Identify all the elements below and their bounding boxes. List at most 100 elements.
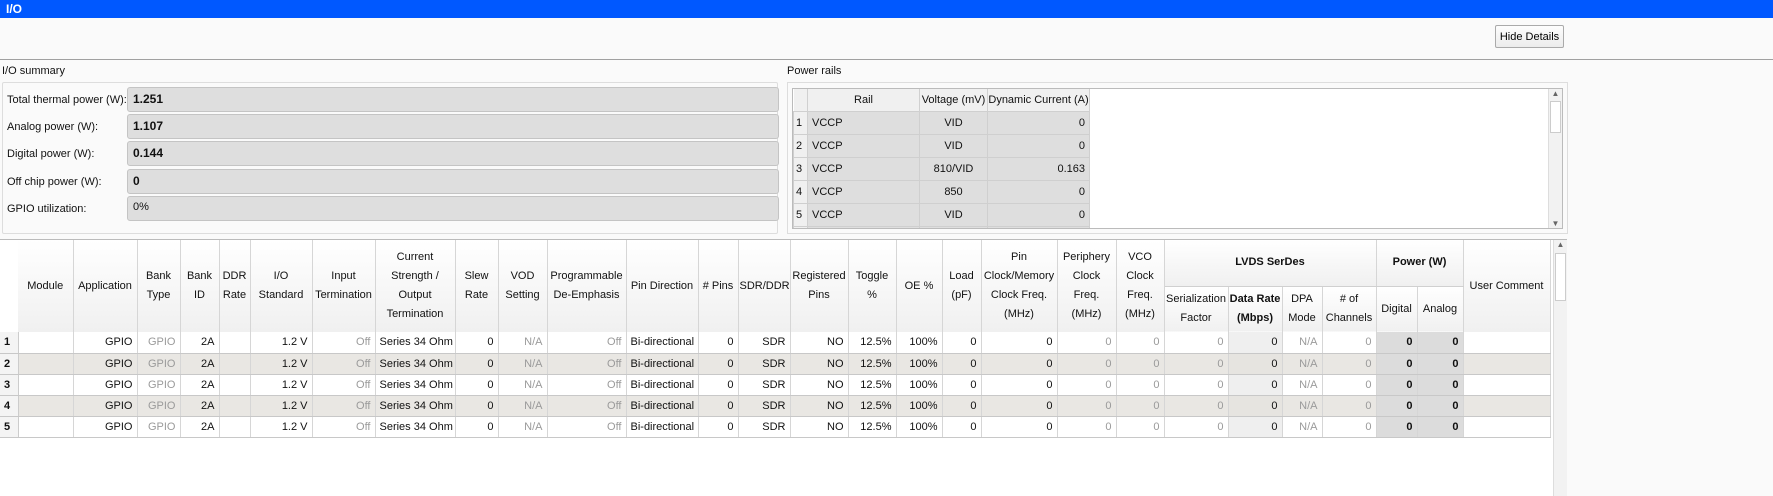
dpa-mode-cell[interactable]: N/A xyxy=(1282,353,1323,375)
dpa-mode-cell[interactable]: N/A xyxy=(1282,374,1323,396)
de-emphasis-cell[interactable]: Off xyxy=(547,395,627,417)
channels-cell[interactable]: 0 xyxy=(1322,395,1377,417)
rail-voltage[interactable]: VID xyxy=(919,110,988,135)
row-number-cell[interactable]: 3 xyxy=(0,374,19,396)
input-termination-cell[interactable]: Off xyxy=(312,374,376,396)
load-cell[interactable]: 0 xyxy=(942,395,982,417)
de-emphasis-cell[interactable]: Off xyxy=(547,374,627,396)
application-cell[interactable]: GPIO xyxy=(73,353,138,375)
table-row[interactable]: 3 GPIO GPIO 2A 1.2 V Off Series 34 Ohm 0 N/A Off B… xyxy=(0,374,1551,396)
pin-direction-cell[interactable]: Bi-directional xyxy=(626,374,699,396)
dpa-mode-cell[interactable]: N/A xyxy=(1282,395,1323,417)
bank-id-cell[interactable]: 2A xyxy=(180,332,220,354)
periphery-clock-freq-cell[interactable]: 0 xyxy=(1057,353,1117,375)
rail-name[interactable]: VCCP xyxy=(807,179,920,204)
pin-direction-cell[interactable]: Bi-directional xyxy=(626,332,699,354)
output-termination-cell[interactable]: Series 34 Ohm xyxy=(375,416,456,438)
vco-clock-freq-cell[interactable]: 0 xyxy=(1116,416,1165,438)
serialization-factor-cell[interactable]: 0 xyxy=(1164,332,1229,354)
output-termination-cell[interactable]: Series 34 Ohm xyxy=(375,374,456,396)
slew-rate-cell[interactable]: 0 xyxy=(455,416,499,438)
rail-voltage[interactable]: 850 xyxy=(919,179,988,204)
de-emphasis-cell[interactable]: Off xyxy=(547,353,627,375)
user-comment-cell[interactable] xyxy=(1463,353,1551,375)
io-standard-cell[interactable]: 1.2 V xyxy=(250,374,313,396)
periphery-clock-freq-cell[interactable]: 0 xyxy=(1057,374,1117,396)
io-standard-cell[interactable]: 1.2 V xyxy=(250,332,313,354)
scroll-thumb[interactable] xyxy=(1550,101,1561,133)
col-header[interactable]: Registered Pins xyxy=(790,240,849,332)
col-header[interactable]: Periphery Clock Freq. (MHz) xyxy=(1057,240,1117,332)
rail-row[interactable]: 1 VCCP VID 0 xyxy=(793,110,1090,135)
col-header[interactable]: OE % xyxy=(896,240,943,332)
col-header[interactable]: Input Termination xyxy=(312,240,376,332)
row-number-cell[interactable]: 2 xyxy=(0,353,19,375)
registered-pins-cell[interactable]: NO xyxy=(790,353,849,375)
oe-cell[interactable]: 100% xyxy=(896,353,943,375)
sdr-ddr-cell[interactable]: SDR xyxy=(738,332,791,354)
load-cell[interactable]: 0 xyxy=(942,374,982,396)
col-header[interactable]: Pin Direction xyxy=(626,240,699,332)
gpio-utilization-field[interactable]: 0% xyxy=(127,196,779,221)
vod-setting-cell[interactable]: N/A xyxy=(498,374,548,396)
row-number[interactable]: 4 xyxy=(793,179,808,204)
pin-clock-freq-cell[interactable]: 0 xyxy=(981,395,1058,417)
digital-power-field[interactable]: 0.144 xyxy=(127,141,779,166)
sdr-ddr-cell[interactable]: SDR xyxy=(738,374,791,396)
vod-setting-cell[interactable]: N/A xyxy=(498,353,548,375)
digital-power-cell[interactable]: 0 xyxy=(1376,416,1418,438)
pin-clock-freq-cell[interactable]: 0 xyxy=(981,332,1058,354)
module-cell[interactable] xyxy=(18,416,74,438)
rail-name[interactable]: VCCP xyxy=(807,156,920,181)
de-emphasis-cell[interactable]: Off xyxy=(547,416,627,438)
registered-pins-cell[interactable]: NO xyxy=(790,416,849,438)
module-cell[interactable] xyxy=(18,395,74,417)
col-header[interactable]: DPA Mode xyxy=(1282,286,1323,332)
toggle-cell[interactable]: 12.5% xyxy=(848,395,897,417)
pin-clock-freq-cell[interactable]: 0 xyxy=(981,416,1058,438)
bank-id-cell[interactable]: 2A xyxy=(180,395,220,417)
application-cell[interactable]: GPIO xyxy=(73,374,138,396)
output-termination-cell[interactable]: Series 34 Ohm xyxy=(375,332,456,354)
rail-current[interactable]: 0 xyxy=(987,133,1090,158)
registered-pins-cell[interactable]: NO xyxy=(790,395,849,417)
digital-power-cell[interactable]: 0 xyxy=(1376,374,1418,396)
col-header[interactable]: Bank ID xyxy=(180,240,220,332)
load-cell[interactable]: 0 xyxy=(942,332,982,354)
serialization-factor-cell[interactable]: 0 xyxy=(1164,374,1229,396)
io-standard-cell[interactable]: 1.2 V xyxy=(250,353,313,375)
load-cell[interactable]: 0 xyxy=(942,353,982,375)
col-header[interactable]: # of Channels xyxy=(1322,286,1377,332)
io-standard-cell[interactable]: 1.2 V xyxy=(250,416,313,438)
pin-clock-freq-cell[interactable]: 0 xyxy=(981,374,1058,396)
col-group-power[interactable]: Power (W) xyxy=(1376,240,1464,287)
channels-cell[interactable]: 0 xyxy=(1322,416,1377,438)
pin-direction-cell[interactable]: Bi-directional xyxy=(626,416,699,438)
toggle-cell[interactable]: 12.5% xyxy=(848,353,897,375)
rail-current[interactable]: 0 xyxy=(987,110,1090,135)
rail-voltage[interactable]: VID xyxy=(919,225,988,228)
rail-current[interactable]: 0 xyxy=(987,202,1090,227)
ddr-rate-cell[interactable] xyxy=(219,416,251,438)
serialization-factor-cell[interactable]: 0 xyxy=(1164,353,1229,375)
col-header[interactable]: Application xyxy=(73,240,138,332)
slew-rate-cell[interactable]: 0 xyxy=(455,395,499,417)
input-termination-cell[interactable]: Off xyxy=(312,416,376,438)
input-termination-cell[interactable]: Off xyxy=(312,332,376,354)
row-number-cell[interactable]: 1 xyxy=(0,332,19,354)
col-header-rail[interactable]: Rail xyxy=(807,89,920,111)
io-table-scrollbar[interactable]: ▲ xyxy=(1553,240,1567,496)
analog-power-cell[interactable]: 0 xyxy=(1417,395,1464,417)
bank-id-cell[interactable]: 2A xyxy=(180,374,220,396)
oe-cell[interactable]: 100% xyxy=(896,395,943,417)
col-header[interactable]: Current Strength / Output Termination xyxy=(375,240,456,332)
rail-current[interactable]: 0.163 xyxy=(987,156,1090,181)
col-header[interactable]: SDR/DDR xyxy=(738,240,791,332)
periphery-clock-freq-cell[interactable]: 0 xyxy=(1057,395,1117,417)
digital-power-cell[interactable]: 0 xyxy=(1376,332,1418,354)
table-row[interactable]: 5 GPIO GPIO 2A 1.2 V Off Series 34 Ohm 0 N/A Off B… xyxy=(0,416,1551,438)
rail-row[interactable]: 3 VCCP 810/VID 0.163 xyxy=(793,156,1090,181)
module-cell[interactable] xyxy=(18,374,74,396)
output-termination-cell[interactable]: Series 34 Ohm xyxy=(375,353,456,375)
col-header[interactable]: Toggle % xyxy=(848,240,897,332)
